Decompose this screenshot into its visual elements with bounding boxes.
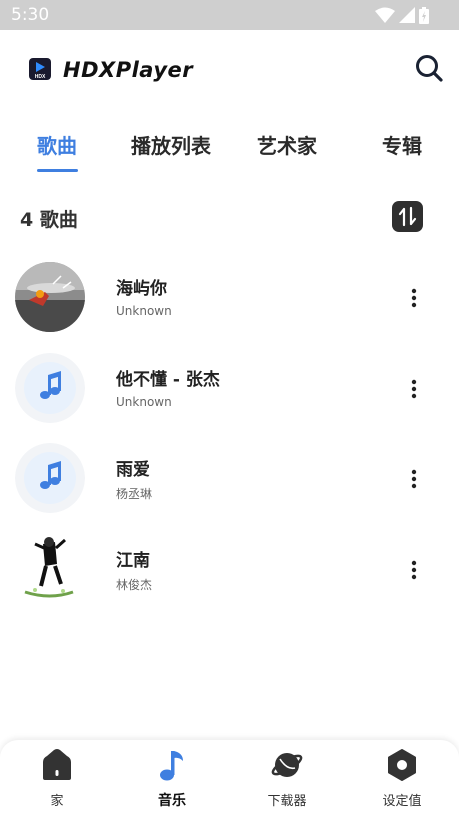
app-logo-icon: HDX [29, 58, 51, 80]
app-header: HDX HDXPlayer [0, 30, 459, 110]
battery-icon [419, 6, 429, 24]
tab-playlists[interactable]: 播放列表 [131, 130, 211, 159]
nav-downloader-label: 下载器 [267, 794, 307, 809]
nav-home[interactable]: 家 [12, 740, 102, 816]
song-artist: Unknown [116, 304, 172, 318]
tab-songs[interactable]: 歌曲 [37, 130, 77, 159]
music-note-icon [160, 751, 183, 781]
tab-artists[interactable]: 艺术家 [257, 130, 317, 159]
more-options-icon[interactable] [404, 377, 424, 401]
app-title-x: X [99, 58, 116, 82]
status-icons [375, 6, 429, 24]
app-title: HDXPlayer [63, 58, 193, 82]
app-title-part-2: Player [115, 58, 194, 82]
song-artist: 杨丞琳 [116, 487, 153, 501]
nav-settings[interactable]: 设定值 [357, 740, 447, 816]
song-title: 海屿你 [116, 279, 167, 299]
app-title-part-1: HD [63, 58, 100, 82]
song-item[interactable]: 海屿你 Unknown [0, 262, 459, 352]
song-artwork-photo [15, 262, 85, 332]
logo-badge-text: HDX [35, 74, 46, 80]
sort-icon [398, 206, 417, 227]
song-count-row: 4 歌曲 [0, 195, 459, 239]
planet-icon [271, 753, 303, 777]
settings-hex-icon [388, 749, 416, 781]
song-item[interactable]: 雨爱 杨丞琳 [0, 443, 459, 533]
nav-downloader[interactable]: 下载器 [242, 740, 332, 816]
song-title: 他不懂 - 张杰 [116, 370, 220, 390]
cell-signal-icon [399, 7, 415, 23]
nav-music-label: 音乐 [158, 793, 186, 809]
more-options-icon[interactable] [404, 558, 424, 582]
sort-button[interactable] [392, 201, 423, 232]
bottom-navigation: 家 音乐 下载器 设定值 [0, 740, 459, 816]
song-count: 4 歌曲 [20, 209, 78, 231]
status-bar: 5:30 [0, 0, 459, 30]
nav-home-label: 家 [50, 794, 64, 809]
status-time: 5:30 [11, 5, 50, 25]
song-title: 雨爱 [116, 460, 150, 480]
nav-settings-label: 设定值 [382, 794, 422, 809]
tab-active-indicator [37, 169, 78, 172]
wifi-icon [375, 7, 395, 23]
search-button[interactable] [412, 52, 446, 86]
song-artwork-placeholder [15, 353, 85, 423]
song-item[interactable]: 江南 林俊杰 [0, 534, 459, 624]
home-icon [43, 749, 71, 780]
tab-albums[interactable]: 专辑 [382, 130, 422, 159]
more-options-icon[interactable] [404, 467, 424, 491]
song-item[interactable]: 他不懂 - 张杰 Unknown [0, 353, 459, 443]
song-artwork-photo [15, 534, 85, 604]
song-artwork-placeholder [15, 443, 85, 513]
song-artist: 林俊杰 [116, 578, 153, 592]
nav-music[interactable]: 音乐 [127, 740, 217, 816]
song-artist: Unknown [116, 395, 172, 409]
more-options-icon[interactable] [404, 286, 424, 310]
tab-bar: 歌曲 播放列表 艺术家 专辑 [0, 118, 459, 178]
song-title: 江南 [116, 551, 150, 571]
